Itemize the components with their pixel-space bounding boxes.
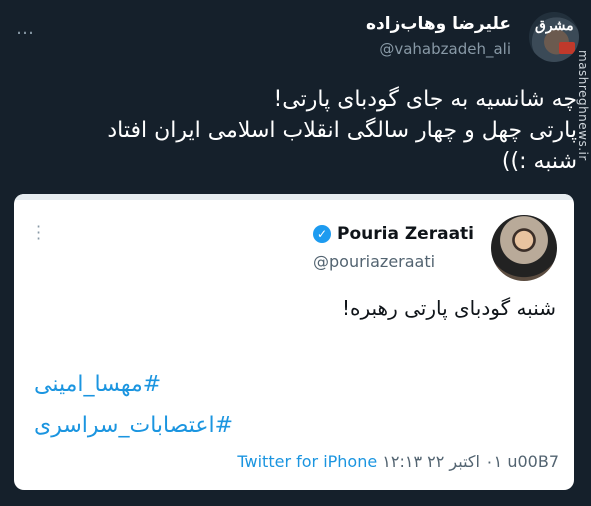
- quoted-tweet-card[interactable]: · · · ✓ Pouria Zeraati @pouriazeraati شنبه…: [14, 194, 574, 490]
- tweet-line: شنبه :)): [501, 149, 577, 174]
- tweet-text: چه شانسیه به جای گودبای پارتی! پارتی چهل…: [17, 84, 577, 177]
- quote-author-handle[interactable]: @pouriazeraati: [313, 252, 474, 271]
- avatar-badge: [559, 42, 575, 54]
- card-top-bar: [14, 194, 574, 200]
- source-link[interactable]: Twitter for iPhone: [237, 452, 377, 471]
- tweet-meta: Twitter for iPhone ۱۲:۱۳ ‏۰۱ ‏اکتبر ۲۲ u…: [237, 452, 559, 471]
- avatar[interactable]: مشرق: [529, 12, 579, 62]
- quote-more-icon[interactable]: · · ·: [36, 219, 42, 247]
- tweet-line: چه شانسیه به جای گودبای پارتی!: [273, 87, 577, 112]
- author-name[interactable]: علیرضا وهاب‌زاده: [366, 14, 511, 34]
- quote-author-info: ✓ Pouria Zeraati @pouriazeraati: [313, 224, 474, 271]
- quote-avatar[interactable]: [491, 215, 557, 281]
- tweet-line: پارتی چهل و چهار سالگی انقلاب اسلامی ایر…: [107, 118, 577, 143]
- quote-author-name[interactable]: Pouria Zeraati: [337, 224, 474, 244]
- verified-icon: ✓: [313, 225, 332, 243]
- author-handle[interactable]: @vahabzadeh_ali: [366, 40, 511, 58]
- avatar-logo: مشرق: [535, 18, 574, 34]
- more-options-icon[interactable]: …: [16, 18, 34, 39]
- quote-text: شنبه گودبای پارتی رهبره!: [341, 296, 556, 320]
- timestamp[interactable]: ۱۲:۱۳ ‏۰۱ ‏اکتبر ۲۲ u00B7: [382, 452, 559, 471]
- author-info: علیرضا وهاب‌زاده @vahabzadeh_ali: [366, 14, 511, 58]
- hashtag-link[interactable]: #اعتصابات_سراسری: [34, 405, 233, 446]
- hashtag-link[interactable]: #مهسا_امینی: [34, 364, 233, 405]
- hashtag-list: #مهسا_امینی #اعتصابات_سراسری: [34, 364, 233, 446]
